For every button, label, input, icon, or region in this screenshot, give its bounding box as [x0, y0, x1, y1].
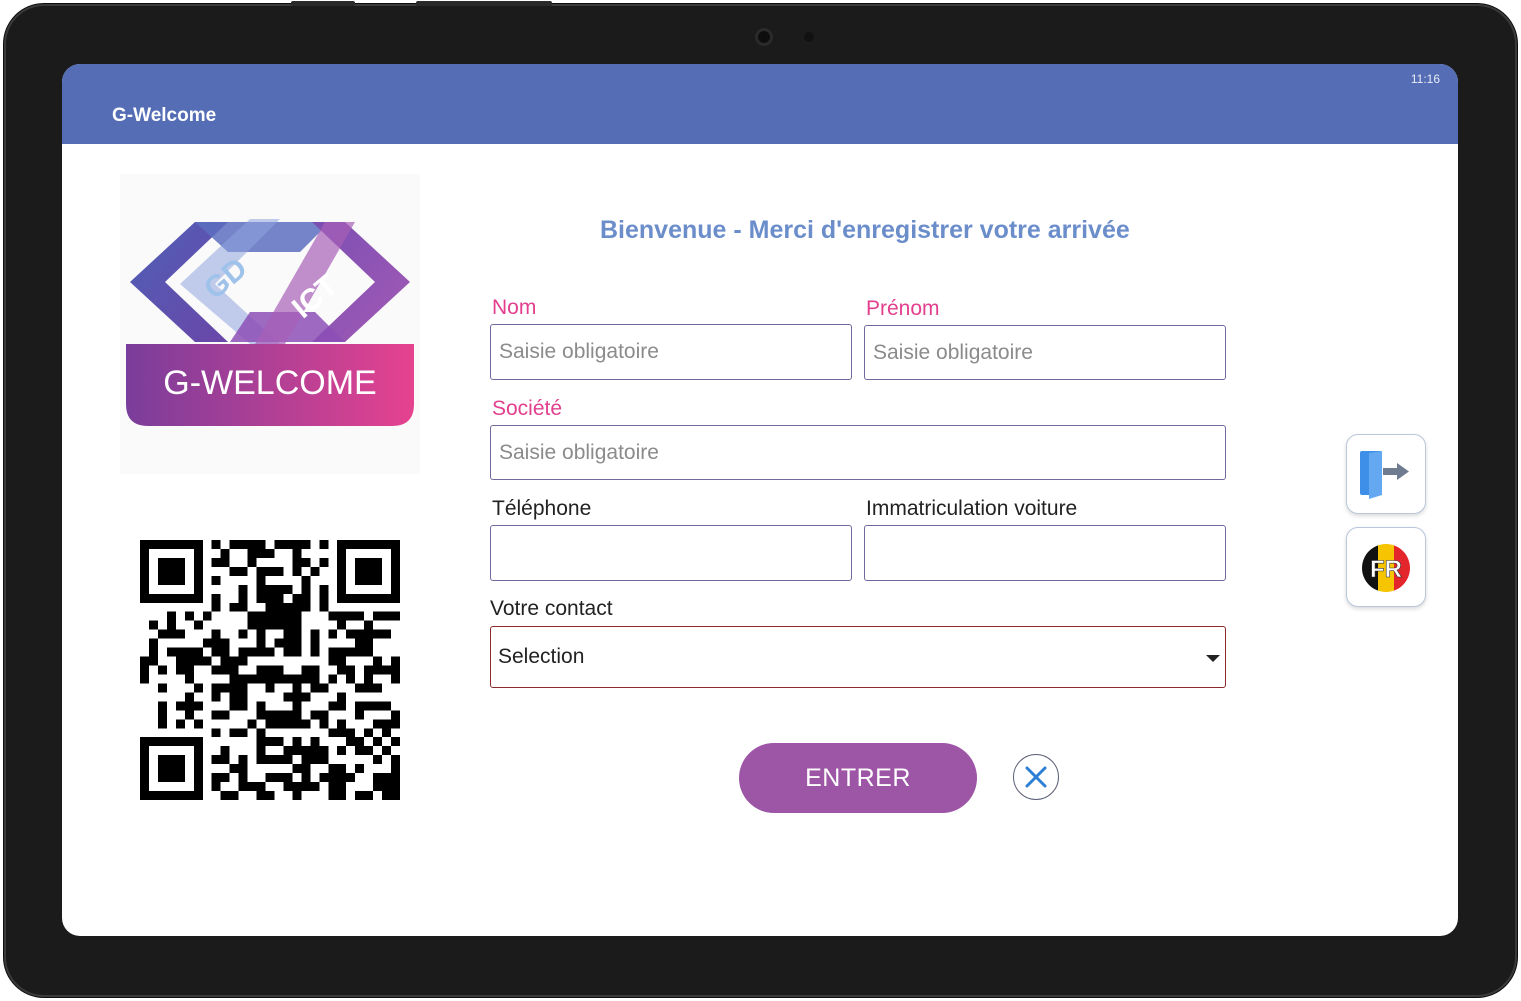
prenom-label: Prénom [866, 297, 940, 320]
societe-input[interactable] [490, 425, 1226, 480]
logout-button[interactable] [1346, 434, 1426, 514]
prenom-input[interactable] [864, 325, 1226, 380]
status-time: 11:16 [1410, 72, 1440, 86]
nom-input[interactable] [490, 324, 852, 380]
g-welcome-logo: GD ICT G-WELCOME [120, 174, 420, 474]
close-icon [1025, 766, 1047, 788]
language-button[interactable]: FR [1346, 527, 1426, 607]
sensor [804, 32, 814, 42]
logout-door-icon [1360, 451, 1409, 499]
tablet-frame: 11:16 G-Welcome GD ICT G-WELCOME Bienven… [4, 1, 1517, 997]
contact-selected-value: Selection [498, 645, 585, 668]
qr-code [140, 540, 400, 800]
societe-label: Société [492, 397, 563, 420]
logo-banner-text: G-WELCOME [163, 364, 376, 402]
enter-button[interactable]: ENTRER [739, 743, 977, 813]
welcome-title: Bienvenue - Merci d'enregistrer votre ar… [600, 216, 1130, 244]
immatriculation-label: Immatriculation voiture [866, 497, 1078, 520]
immatriculation-input[interactable] [864, 525, 1226, 581]
screen: 11:16 G-Welcome GD ICT G-WELCOME Bienven… [62, 64, 1458, 936]
language-flag-icon: FR [1362, 544, 1410, 592]
contact-label: Votre contact [490, 597, 613, 620]
power-button [416, 1, 552, 6]
cancel-button[interactable] [1013, 754, 1059, 800]
dropdown-caret-icon [1206, 655, 1220, 662]
volume-button [291, 1, 355, 6]
nom-label: Nom [492, 296, 537, 319]
app-bar: 11:16 G-Welcome [62, 64, 1458, 144]
front-camera [755, 28, 773, 46]
telephone-input[interactable] [490, 525, 852, 581]
language-code: FR [1370, 556, 1402, 583]
app-title: G-Welcome [112, 105, 217, 126]
contact-select[interactable]: Selection [490, 626, 1226, 688]
telephone-label: Téléphone [492, 497, 592, 520]
